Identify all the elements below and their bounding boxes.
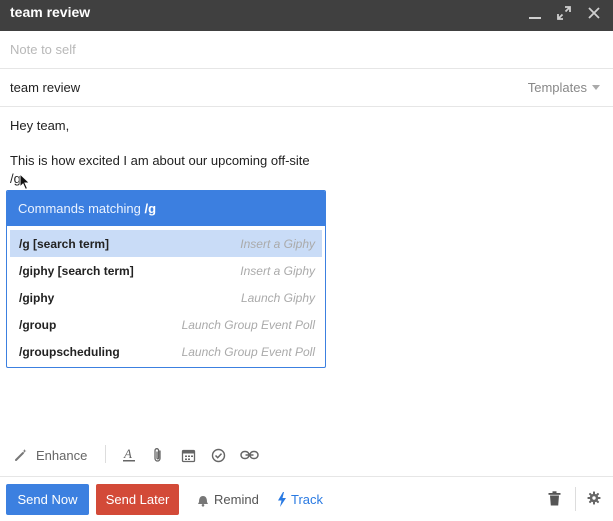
- popup-header-label: Commands matching: [18, 201, 145, 216]
- text-format-icon[interactable]: A: [122, 444, 136, 466]
- trash-icon[interactable]: [548, 491, 561, 511]
- body-command-text: /g: [10, 171, 21, 186]
- subject-field[interactable]: team review: [10, 80, 80, 95]
- send-bar: Send Now Send Later Remind Track: [0, 476, 613, 521]
- command-name: /group: [19, 318, 57, 332]
- send-later-button[interactable]: Send Later: [96, 484, 179, 515]
- track-label: Track: [291, 492, 324, 507]
- enhance-button[interactable]: Enhance: [14, 444, 87, 466]
- magic-wand-icon: [15, 449, 27, 461]
- command-name: /giphy [search term]: [19, 264, 134, 278]
- command-name: /giphy: [19, 291, 55, 305]
- formatting-toolbar: Enhance A: [0, 440, 613, 468]
- templates-label: Templates: [527, 80, 587, 95]
- command-suggestions-popup: Commands matching /g /g [search term] In…: [6, 190, 326, 368]
- minimize-icon[interactable]: [525, 3, 545, 23]
- command-name: /groupscheduling: [19, 345, 120, 359]
- gear-icon[interactable]: [587, 491, 601, 510]
- remind-label: Remind: [214, 492, 259, 507]
- svg-text:A: A: [123, 447, 132, 461]
- compose-title-bar: team review: [0, 0, 613, 31]
- command-item[interactable]: /giphy Launch Giphy: [10, 284, 322, 311]
- command-description: Launch Group Event Poll: [181, 345, 315, 359]
- bell-icon: [198, 495, 208, 507]
- send-now-button[interactable]: Send Now: [6, 484, 89, 515]
- expand-icon[interactable]: [554, 3, 574, 23]
- remind-button[interactable]: Remind: [196, 484, 259, 515]
- track-button[interactable]: Track: [277, 484, 323, 515]
- link-icon[interactable]: [240, 444, 259, 466]
- command-name: /g [search term]: [19, 237, 110, 251]
- popup-query: /g: [144, 201, 157, 216]
- calendar-icon[interactable]: [181, 444, 196, 466]
- body-line: This is how excited I am about our upcom…: [10, 153, 310, 168]
- recipients-field[interactable]: Note to self: [0, 31, 613, 69]
- body-blank-line: [10, 135, 310, 152]
- close-icon[interactable]: [584, 3, 604, 23]
- window-title: team review: [10, 4, 91, 20]
- command-item[interactable]: /giphy [search term] Insert a Giphy: [10, 257, 322, 284]
- body-line: Hey team,: [10, 118, 70, 133]
- toolbar-divider: [105, 445, 106, 463]
- lightning-icon: [278, 492, 286, 507]
- command-list: /g [search term] Insert a Giphy /giphy […: [7, 226, 325, 365]
- command-description: Launch Giphy: [240, 291, 315, 305]
- subject-row: team review Templates: [0, 69, 613, 107]
- bar-divider: [575, 487, 576, 511]
- command-item[interactable]: /group Launch Group Event Poll: [10, 311, 322, 338]
- recipients-placeholder: Note to self: [10, 42, 76, 57]
- command-description: Launch Group Event Poll: [181, 318, 315, 332]
- message-body[interactable]: Hey team, This is how excited I am about…: [10, 117, 310, 188]
- enhance-label: Enhance: [36, 447, 88, 463]
- command-item[interactable]: /g [search term] Insert a Giphy: [10, 230, 322, 257]
- paperclip-icon[interactable]: [152, 444, 164, 466]
- command-description: Insert a Giphy: [240, 264, 315, 278]
- templates-dropdown[interactable]: Templates: [528, 80, 600, 95]
- chevron-down-icon: [592, 85, 600, 90]
- command-description: Insert a Giphy: [240, 237, 315, 251]
- command-item[interactable]: /groupscheduling Launch Group Event Poll: [10, 338, 322, 365]
- check-circle-icon[interactable]: [211, 444, 226, 466]
- popup-header: Commands matching /g: [7, 191, 325, 226]
